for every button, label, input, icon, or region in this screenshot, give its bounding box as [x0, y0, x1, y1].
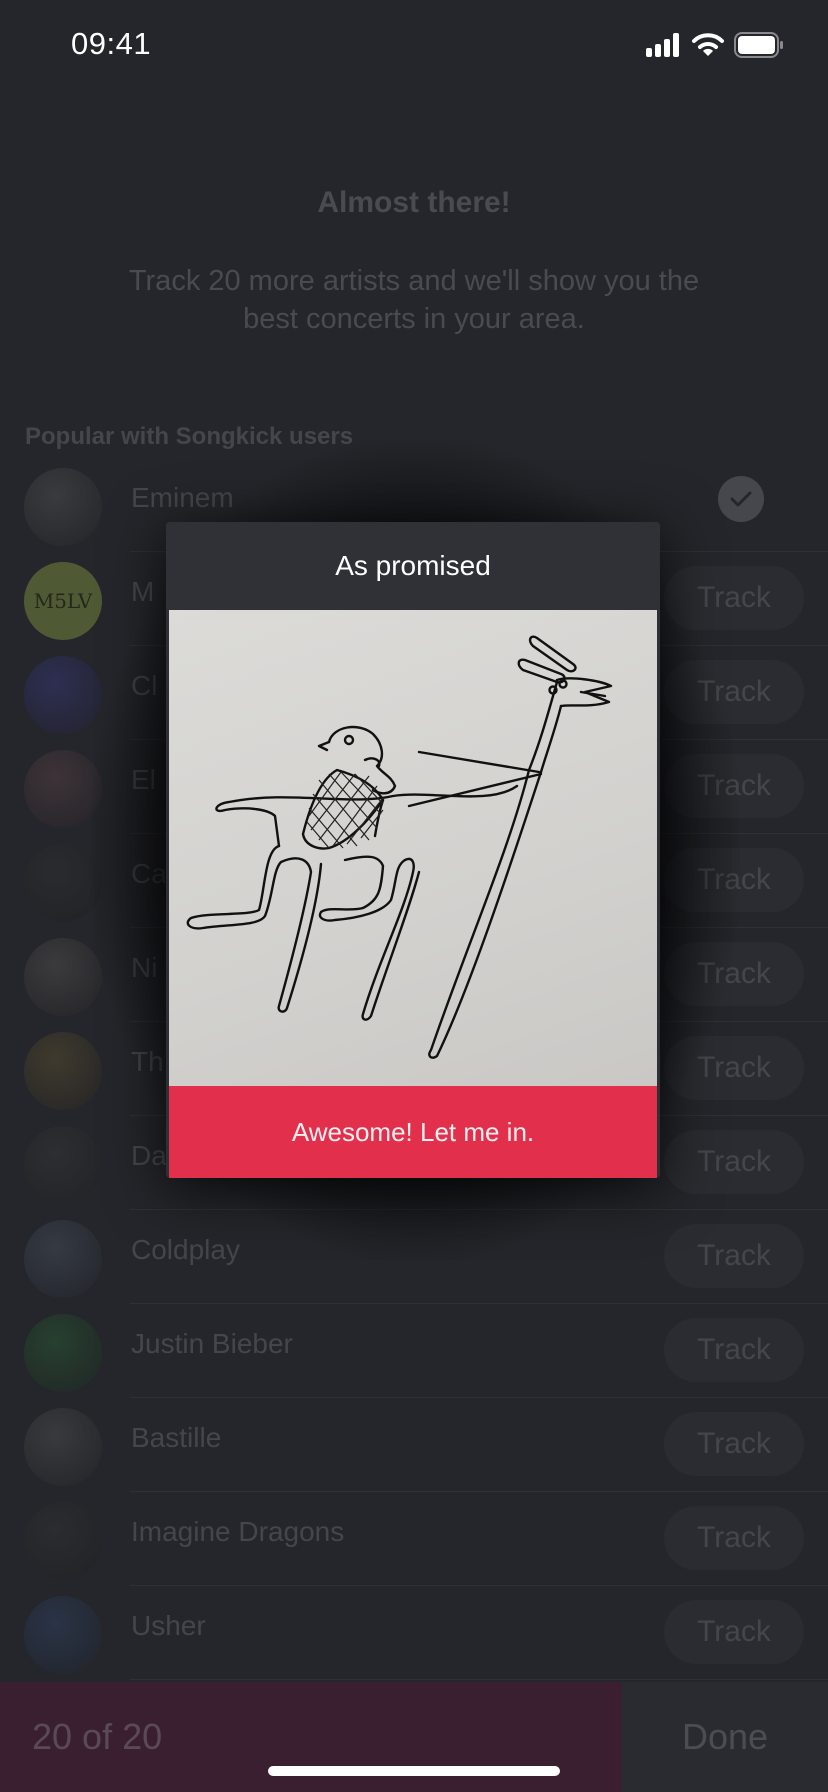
- artist-name: Imagine Dragons: [131, 1516, 345, 1547]
- modal-title: As promised: [166, 522, 660, 610]
- status-icons: [646, 32, 784, 63]
- artist-row[interactable]: Justin Bieber Track: [0, 1304, 828, 1398]
- artist-row[interactable]: Bastille Track: [0, 1398, 828, 1492]
- track-button[interactable]: Track: [664, 1318, 804, 1382]
- page-subtext: Track 20 more artists and we'll show you…: [128, 265, 700, 335]
- wifi-icon: [692, 33, 724, 62]
- artist-name: Justin Bieber: [131, 1328, 293, 1359]
- enter-app-button[interactable]: Awesome! Let me in.: [169, 1086, 657, 1178]
- artist-avatar: [24, 1502, 102, 1580]
- artist-name: Bastille: [131, 1422, 222, 1453]
- battery-icon: [734, 32, 784, 63]
- sketch-illustration-icon: [186, 635, 613, 1059]
- artist-avatar: [24, 1596, 102, 1674]
- signal-icon: [646, 33, 682, 62]
- promise-modal: As promised Awesome! Let me in.: [166, 522, 660, 1178]
- artist-row[interactable]: Imagine Dragons Track: [0, 1492, 828, 1586]
- artist-row[interactable]: Usher Track: [0, 1586, 828, 1680]
- home-indicator[interactable]: [268, 1766, 560, 1776]
- page-heading: Almost there!: [317, 186, 511, 219]
- status-bar: 09:41: [0, 0, 828, 90]
- track-button[interactable]: Track: [664, 1506, 804, 1570]
- track-button[interactable]: Track: [664, 1600, 804, 1664]
- status-time: 09:41: [71, 26, 152, 61]
- modal-illustration: [169, 610, 657, 1086]
- done-button[interactable]: Done: [622, 1682, 828, 1792]
- track-button[interactable]: Track: [664, 1412, 804, 1476]
- row-divider: [130, 1679, 828, 1680]
- artist-avatar: [24, 1408, 102, 1486]
- artist-avatar: [24, 1314, 102, 1392]
- artist-name: Usher: [131, 1610, 206, 1641]
